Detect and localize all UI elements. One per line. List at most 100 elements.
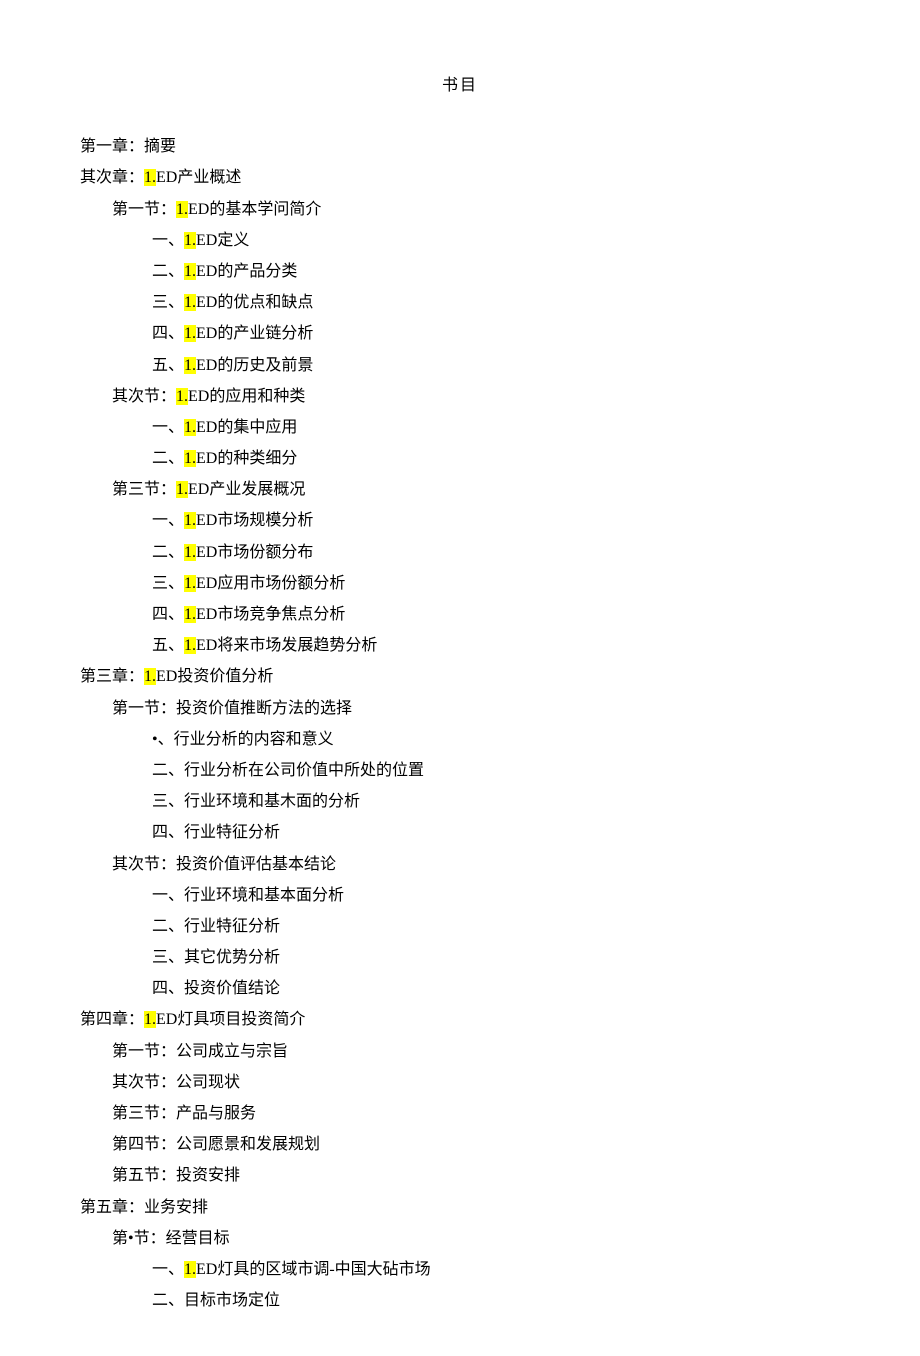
toc-line-prefix: 三、: [152, 294, 184, 311]
toc-line-text: ED将来市场发展趋势分析: [196, 637, 377, 654]
toc-line: 第四节：公司愿景和发展规划: [112, 1129, 840, 1160]
toc-line-text: ED的种类细分: [196, 450, 297, 467]
toc-line: 二、1.ED的产品分类: [152, 256, 840, 287]
toc-line-text: 行业分析的内容和意义: [174, 731, 334, 748]
toc-line-text: ED产业发展概况: [188, 481, 305, 498]
toc-line-prefix: 第三章：: [80, 668, 144, 685]
toc-line-highlight: 1.: [184, 450, 196, 467]
toc-line-prefix: 第•节：: [112, 1230, 166, 1247]
toc-line-text: ED市场份额分布: [196, 544, 313, 561]
toc-line: 五、1.ED的历史及前景: [152, 350, 840, 381]
toc-line-prefix: 二、: [152, 263, 184, 280]
toc-line-prefix: 第三节：: [112, 481, 176, 498]
toc-line: 第五节：投资安排: [112, 1160, 840, 1191]
toc-line-prefix: 第一节：: [112, 700, 176, 717]
toc-line-highlight: 1.: [184, 232, 196, 249]
toc-line-highlight: 1.: [144, 668, 156, 685]
toc-line-text: ED市场规模分析: [196, 512, 313, 529]
toc-line-text: 其它优势分析: [184, 949, 280, 966]
toc-line-prefix: 一、: [152, 1261, 184, 1278]
toc-line-text: 行业环境和基木面的分析: [184, 793, 360, 810]
toc-line: 二、1.ED的种类细分: [152, 443, 840, 474]
document-page: 书目 第一章：摘要其次章：1.ED产业概述第一节：1.ED的基本学问简介一、1.…: [0, 0, 920, 1356]
toc-line: 三、其它优势分析: [152, 942, 840, 973]
toc-line-text: 行业分析在公司价值中所处的位置: [184, 762, 424, 779]
toc-line-text: ED的基本学问简介: [188, 201, 321, 218]
toc-line-text: 摘要: [144, 138, 176, 155]
toc-line-highlight: 1.: [176, 201, 188, 218]
toc-line-prefix: 三、: [152, 949, 184, 966]
toc-line-highlight: 1.: [184, 263, 196, 280]
toc-line-prefix: 一、: [152, 887, 184, 904]
toc-line-text: ED市场竞争焦点分析: [196, 606, 345, 623]
toc-line-text: 经营目标: [166, 1230, 230, 1247]
toc-line-text: ED灯具项目投资简介: [156, 1011, 305, 1028]
toc-line-prefix: •、: [152, 731, 174, 748]
toc-line-text: 投资安排: [176, 1167, 240, 1184]
toc-line-text: ED灯具的区域市调-中国大砧市场: [196, 1261, 431, 1278]
page-title: 书目: [80, 70, 840, 101]
toc-line: 第一节：1.ED的基本学问简介: [112, 194, 840, 225]
toc-line-text: ED的集中应用: [196, 419, 297, 436]
toc-line-text: 公司现状: [176, 1074, 240, 1091]
toc-line-prefix: 二、: [152, 544, 184, 561]
toc-line: 其次节：1.ED的应用和种类: [112, 381, 840, 412]
toc-container: 第一章：摘要其次章：1.ED产业概述第一节：1.ED的基本学问简介一、1.ED定…: [80, 131, 840, 1316]
toc-line-prefix: 第一节：: [112, 201, 176, 218]
toc-line-prefix: 五、: [152, 637, 184, 654]
toc-line: 第一章：摘要: [80, 131, 840, 162]
toc-line: 三、1.ED的优点和缺点: [152, 287, 840, 318]
toc-line-prefix: 第一节：: [112, 1043, 176, 1060]
toc-line: 第•节：经营目标: [112, 1223, 840, 1254]
toc-line-highlight: 1.: [176, 388, 188, 405]
toc-line: 其次节：公司现状: [112, 1067, 840, 1098]
toc-line-prefix: 第四章：: [80, 1011, 144, 1028]
toc-line-text: 公司愿景和发展规划: [176, 1136, 320, 1153]
toc-line: 一、1.ED灯具的区域市调-中国大砧市场: [152, 1254, 840, 1285]
toc-line-highlight: 1.: [184, 575, 196, 592]
toc-line-text: ED的产业链分析: [196, 325, 313, 342]
toc-line: 四、1.ED的产业链分析: [152, 318, 840, 349]
toc-line-text: ED产业概述: [156, 169, 241, 186]
toc-line-prefix: 三、: [152, 793, 184, 810]
toc-line-highlight: 1.: [184, 544, 196, 561]
toc-line: 第一节：公司成立与宗旨: [112, 1036, 840, 1067]
toc-line-highlight: 1.: [184, 606, 196, 623]
toc-line-prefix: 二、: [152, 762, 184, 779]
toc-line-text: ED应用市场份额分析: [196, 575, 345, 592]
toc-line-text: 业务安排: [144, 1199, 208, 1216]
toc-line-highlight: 1.: [184, 357, 196, 374]
toc-line: 二、行业分析在公司价值中所处的位置: [152, 755, 840, 786]
toc-line-text: ED的产品分类: [196, 263, 297, 280]
toc-line: 第五章：业务安排: [80, 1192, 840, 1223]
toc-line-text: 投资价值推断方法的选择: [176, 700, 352, 717]
toc-line-prefix: 其次节：: [112, 388, 176, 405]
toc-line: 第一节：投资价值推断方法的选择: [112, 693, 840, 724]
toc-line-highlight: 1.: [184, 294, 196, 311]
toc-line: 二、1.ED市场份额分布: [152, 537, 840, 568]
toc-line-prefix: 二、: [152, 450, 184, 467]
toc-line-prefix: 第三节：: [112, 1105, 176, 1122]
toc-line: 第三节：产品与服务: [112, 1098, 840, 1129]
toc-line: 一、行业环境和基本面分析: [152, 880, 840, 911]
toc-line: 三、1.ED应用市场份额分析: [152, 568, 840, 599]
toc-line-text: 投资价值结论: [184, 980, 280, 997]
toc-line-highlight: 1.: [144, 1011, 156, 1028]
toc-line-highlight: 1.: [144, 169, 156, 186]
toc-line-highlight: 1.: [184, 419, 196, 436]
toc-line-text: 产品与服务: [176, 1105, 256, 1122]
toc-line-prefix: 一、: [152, 512, 184, 529]
toc-line-prefix: 二、: [152, 918, 184, 935]
toc-line-highlight: 1.: [184, 325, 196, 342]
toc-line: •、行业分析的内容和意义: [152, 724, 840, 755]
toc-line-prefix: 四、: [152, 606, 184, 623]
toc-line-prefix: 三、: [152, 575, 184, 592]
toc-line-highlight: 1.: [176, 481, 188, 498]
toc-line-text: 行业特征分析: [184, 824, 280, 841]
toc-line: 五、1.ED将来市场发展趋势分析: [152, 630, 840, 661]
toc-line-prefix: 一、: [152, 419, 184, 436]
toc-line-text: 投资价值评估基本结论: [176, 856, 336, 873]
toc-line-prefix: 其次节：: [112, 856, 176, 873]
toc-line: 其次章：1.ED产业概述: [80, 162, 840, 193]
toc-line: 二、行业特征分析: [152, 911, 840, 942]
